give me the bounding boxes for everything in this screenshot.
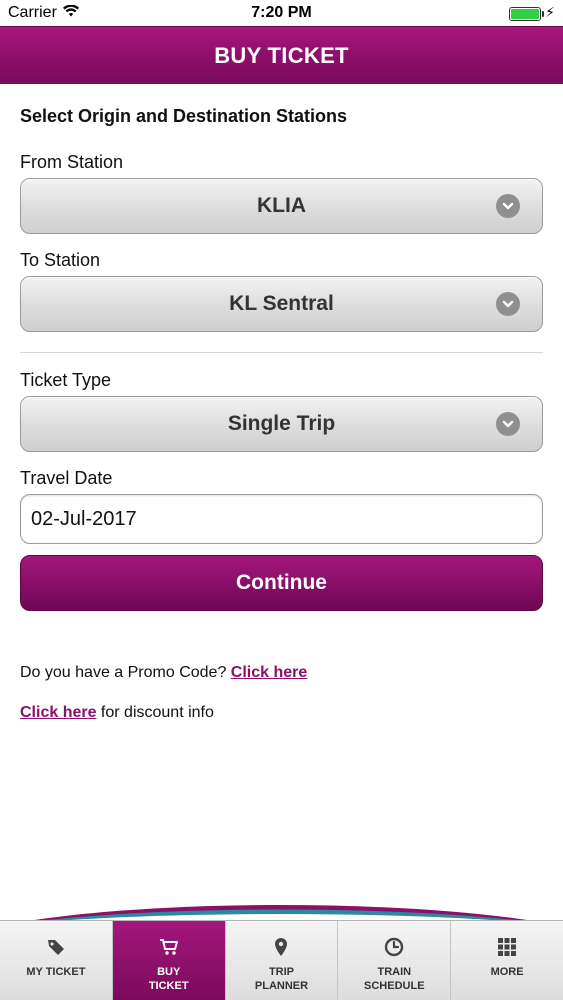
chevron-down-icon	[496, 292, 520, 316]
ticket-type-label: Ticket Type	[20, 370, 112, 390]
tab-trip-planner[interactable]: TRIP PLANNER	[225, 921, 339, 1000]
promo-code-link[interactable]: Click here	[231, 664, 307, 681]
tab-more[interactable]: MORE	[451, 921, 563, 1000]
from-station-value: KLIA	[257, 194, 306, 217]
discount-info-suffix: for discount info	[96, 704, 214, 721]
status-bar: Carrier 7:20 PM ⚡	[0, 0, 563, 26]
tag-icon	[46, 937, 66, 957]
tab-train-schedule[interactable]: TRAIN SCHEDULE	[338, 921, 452, 1000]
to-station-select[interactable]: KL Sentral	[20, 276, 543, 332]
section-title: Select Origin and Destination Stations	[20, 106, 348, 126]
tab-label: MY TICKET	[26, 966, 86, 978]
discount-info-text: Click here for discount info	[20, 704, 214, 722]
from-station-select[interactable]: KLIA	[20, 178, 543, 234]
chevron-down-icon	[496, 194, 520, 218]
battery-icon	[509, 7, 544, 21]
continue-button[interactable]: Continue	[20, 555, 543, 611]
promo-code-text: Do you have a Promo Code? Click here	[20, 664, 307, 682]
tab-label: BUY TICKET	[148, 966, 189, 992]
ticket-type-select[interactable]: Single Trip	[20, 396, 543, 452]
to-station-value: KL Sentral	[229, 292, 334, 315]
tab-buy-ticket[interactable]: BUY TICKET	[112, 921, 226, 1000]
header-bar: BUY TICKET	[0, 26, 563, 84]
tab-label: TRAIN SCHEDULE	[364, 966, 425, 992]
from-station-label: From Station	[20, 152, 124, 172]
discount-info-link[interactable]: Click here	[20, 704, 96, 721]
to-station-label: To Station	[20, 250, 101, 270]
promo-code-prompt: Do you have a Promo Code?	[20, 664, 231, 681]
grid-icon	[497, 937, 517, 957]
tab-label: TRIP PLANNER	[254, 966, 309, 992]
chevron-down-icon	[496, 412, 520, 436]
page-title: BUY TICKET	[214, 43, 349, 68]
clock-icon	[384, 937, 404, 957]
map-pin-icon	[271, 937, 291, 957]
tab-label: MORE	[490, 966, 524, 978]
cart-icon	[159, 937, 179, 957]
tab-my-ticket[interactable]: MY TICKET	[0, 921, 113, 1000]
travel-date-label: Travel Date	[20, 468, 113, 488]
charging-icon: ⚡	[545, 4, 555, 20]
travel-date-field[interactable]	[20, 494, 543, 544]
status-time: 7:20 PM	[251, 4, 312, 21]
ticket-type-value: Single Trip	[227, 412, 336, 435]
bottom-tab-bar: MY TICKET BUY TICKET TRIP PLANNER TRAIN …	[0, 920, 563, 1000]
divider	[20, 352, 543, 353]
